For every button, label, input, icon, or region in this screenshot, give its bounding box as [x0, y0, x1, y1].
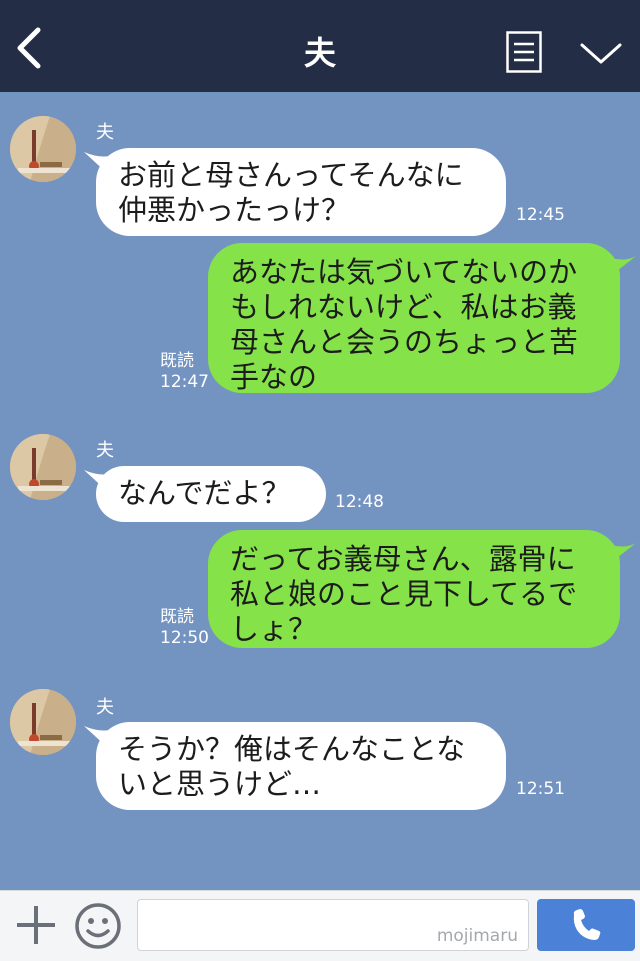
collapse-button[interactable] — [578, 36, 624, 70]
outgoing-message[interactable]: あなたは気づいてないのか もしれないけど、私はお義 母さんと会うのちょっと苦 手… — [208, 243, 620, 394]
message-list[interactable]: 夫 お前と母さんってそんなに 仲悪かったっけ？ 12:45 既読 12:47 あ… — [0, 92, 640, 890]
message-time: 12:45 — [516, 205, 565, 225]
smiley-icon — [75, 903, 121, 949]
avatar[interactable] — [10, 434, 76, 500]
message-time: 12:51 — [516, 779, 565, 799]
plus-icon — [17, 906, 55, 944]
avatar-photo-icon — [10, 434, 76, 500]
message-time: 12:47 — [160, 372, 209, 392]
outgoing-message[interactable]: だってお義母さん、露骨に 私と娘のこと見下してるで しょ？ — [208, 530, 620, 648]
call-button[interactable] — [537, 899, 635, 951]
chevron-down-icon — [580, 43, 622, 64]
watermark: mojimaru — [436, 926, 518, 946]
message-time: 12:48 — [335, 492, 384, 512]
avatar-photo-icon — [10, 116, 76, 182]
avatar[interactable] — [10, 689, 76, 755]
avatar-photo-icon — [10, 689, 76, 755]
read-receipt: 既読 — [160, 351, 194, 371]
incoming-message[interactable]: なんでだよ？ — [96, 466, 326, 522]
read-receipt: 既読 — [160, 607, 194, 627]
sender-name: 夫 — [96, 697, 114, 718]
message-time: 12:50 — [160, 628, 209, 648]
incoming-message[interactable]: お前と母さんってそんなに 仲悪かったっけ？ — [96, 148, 506, 236]
add-button[interactable] — [14, 903, 58, 947]
message-input[interactable]: mojimaru — [137, 899, 529, 951]
phone-icon — [573, 909, 601, 940]
notes-button[interactable] — [506, 31, 542, 73]
bubble-tail — [600, 254, 636, 278]
sender-name: 夫 — [96, 440, 114, 461]
input-bar: mojimaru — [0, 890, 640, 961]
notes-icon — [506, 31, 542, 73]
avatar[interactable] — [10, 116, 76, 182]
emoji-button[interactable] — [74, 902, 122, 950]
chat-header: 夫 — [0, 0, 640, 92]
bubble-tail — [600, 541, 636, 565]
incoming-message[interactable]: そうか？俺はそんなことな いと思うけど… — [96, 722, 506, 810]
chat-title: 夫 — [303, 34, 336, 72]
sender-name: 夫 — [96, 122, 114, 143]
